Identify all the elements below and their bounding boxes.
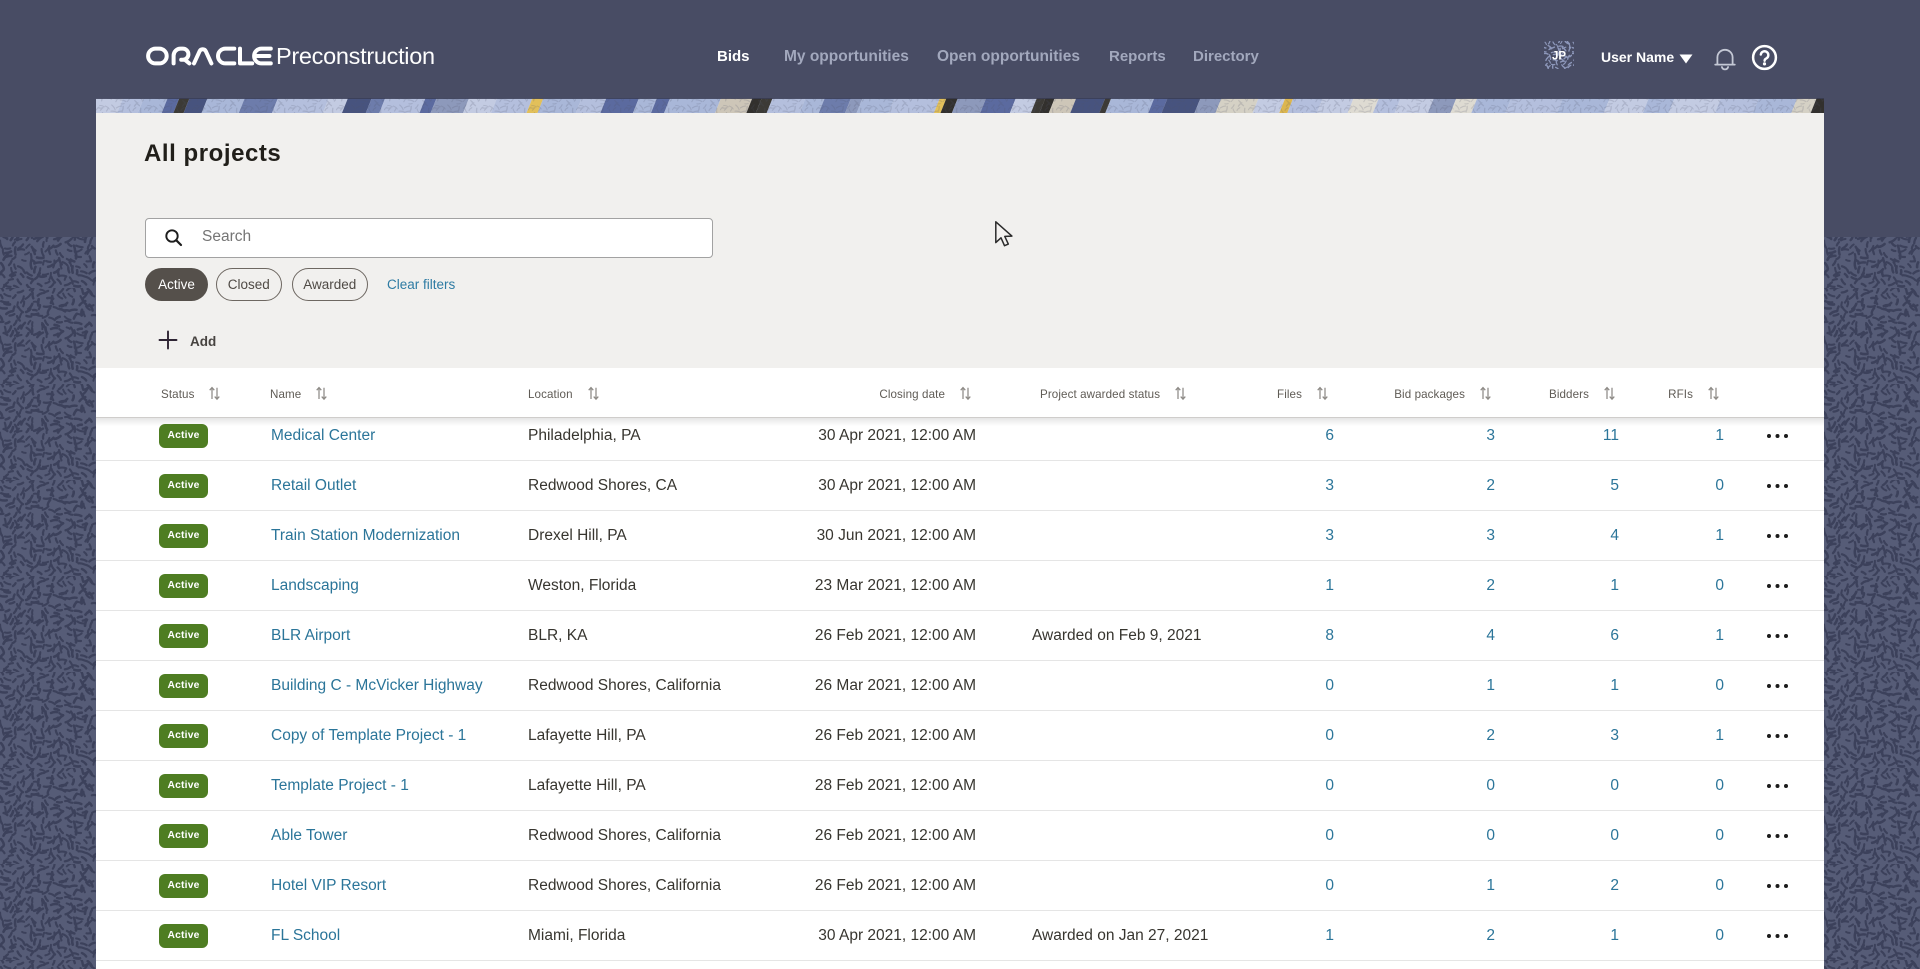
svg-text:JP: JP [1552, 51, 1566, 63]
